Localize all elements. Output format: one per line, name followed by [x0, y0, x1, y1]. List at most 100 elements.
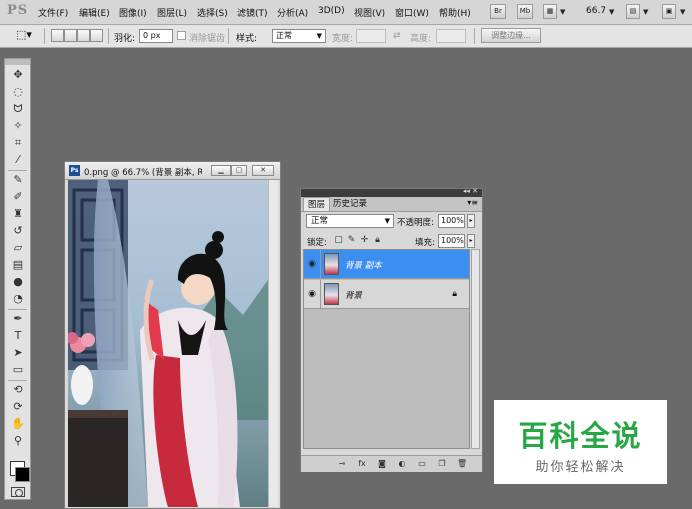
menu-edit[interactable]: 编辑(E) — [79, 6, 110, 19]
chevron-down-icon[interactable]: ▼ — [643, 8, 648, 16]
style-select[interactable]: 正常 ▼ — [272, 29, 326, 43]
layer-name[interactable]: 背景 副本 — [345, 259, 382, 271]
antialias-checkbox[interactable] — [177, 31, 186, 40]
fill-label: 填充: — [415, 238, 435, 248]
dodge-tool-icon[interactable]: ◔ — [10, 292, 26, 306]
document-titlebar[interactable]: Ps 0.png @ 66.7% (背景 副本, R... ▁ ▢ ✕ — [65, 162, 280, 180]
panel-header[interactable]: ◂◂ ✕ — [301, 187, 482, 197]
quick-mask-icon[interactable] — [11, 487, 25, 497]
lock-transparent-icon[interactable]: ▢ — [334, 236, 343, 245]
blend-mode-select[interactable]: 正常 ▼ — [306, 214, 394, 228]
eyedropper-tool-icon[interactable]: ⁄ — [10, 153, 26, 167]
menu-analysis[interactable]: 分析(A) — [277, 6, 308, 19]
hand-tool-icon[interactable]: ✋ — [10, 417, 26, 431]
menu-filter[interactable]: 滤镜(T) — [237, 6, 268, 19]
add-selection-icon[interactable] — [64, 29, 77, 42]
new-selection-icon[interactable] — [51, 29, 64, 42]
menu-layer[interactable]: 图层(L) — [157, 6, 187, 19]
menu-help[interactable]: 帮助(H) — [439, 6, 471, 19]
pen-tool-icon[interactable]: ✒ — [10, 312, 26, 326]
opacity-input[interactable]: 100% — [438, 214, 465, 228]
menu-window[interactable]: 窗口(W) — [395, 6, 429, 19]
visibility-eye-icon[interactable]: ◉ — [307, 289, 317, 299]
brush-tool-icon[interactable]: ✐ — [10, 190, 26, 204]
height-input[interactable] — [436, 29, 466, 43]
divider — [8, 380, 27, 381]
lock-pixels-icon[interactable]: ✎ — [347, 236, 356, 245]
new-group-icon[interactable]: ▭ — [417, 459, 427, 469]
lasso-tool-icon[interactable]: ᗢ — [10, 102, 26, 116]
type-tool-icon[interactable]: T — [10, 329, 26, 343]
opacity-slider-icon[interactable]: ▸ — [467, 214, 475, 228]
add-mask-icon[interactable]: ◙ — [377, 459, 387, 469]
zoom-tool-icon[interactable]: ⚲ — [10, 434, 26, 448]
layer-thumbnail — [324, 253, 339, 275]
refine-edge-button[interactable]: 调整边缘... — [481, 28, 541, 43]
chevron-down-icon[interactable]: ▼ — [560, 8, 565, 16]
tab-layers[interactable]: 图层 — [303, 197, 331, 211]
visibility-eye-icon[interactable]: ◉ — [307, 259, 317, 269]
feather-input[interactable]: 0 px — [139, 29, 173, 43]
background-color-swatch[interactable] — [15, 467, 30, 482]
panel-grip[interactable] — [5, 59, 30, 65]
marquee-preset-icon[interactable]: ⬚▾ — [16, 28, 36, 41]
blur-tool-icon[interactable]: ● — [10, 275, 26, 289]
close-icon[interactable]: ✕ — [252, 165, 274, 176]
layer-row[interactable]: ◉ 背景 副本 — [304, 250, 469, 279]
gradient-tool-icon[interactable]: ▤ — [10, 258, 26, 272]
width-input[interactable] — [356, 29, 386, 43]
menu-view[interactable]: 视图(V) — [354, 6, 385, 19]
lock-all-icon[interactable]: 🔒︎ — [373, 236, 382, 245]
eraser-tool-icon[interactable]: ▱ — [10, 241, 26, 255]
blend-mode-value: 正常 — [311, 216, 329, 226]
lock-position-icon[interactable]: ✛ — [360, 236, 369, 245]
clone-stamp-tool-icon[interactable]: ♜ — [10, 207, 26, 221]
menu-3d[interactable]: 3D(D) — [318, 6, 345, 16]
delete-layer-icon[interactable]: 🗑︎ — [457, 459, 467, 469]
vertical-scrollbar[interactable] — [471, 249, 480, 449]
fill-input[interactable]: 100% — [438, 234, 465, 248]
opacity-label: 不透明度: — [397, 218, 434, 228]
menu-image[interactable]: 图像(I) — [119, 6, 147, 19]
collapse-icon[interactable]: ◂◂ ✕ — [463, 187, 478, 195]
menu-select[interactable]: 选择(S) — [197, 6, 228, 19]
vertical-scrollbar[interactable] — [268, 180, 278, 507]
image-canvas[interactable] — [68, 180, 268, 507]
menu-file[interactable]: 文件(F) — [38, 6, 68, 19]
3d-rotate-tool-icon[interactable]: ⟲ — [10, 383, 26, 397]
panel-menu-icon[interactable]: ▾≡ — [467, 198, 478, 207]
magic-wand-tool-icon[interactable]: ✧ — [10, 119, 26, 133]
zoom-level[interactable]: 66.7 — [586, 6, 606, 16]
intersect-selection-icon[interactable] — [90, 29, 103, 42]
height-label: 高度: — [410, 34, 432, 44]
fill-slider-icon[interactable]: ▸ — [467, 234, 475, 248]
crop-tool-icon[interactable]: ⌗ — [10, 136, 26, 150]
swap-icon[interactable]: ⇄ — [393, 31, 401, 41]
screen-mode-icon[interactable]: ▣ — [662, 4, 676, 19]
layers-panel: ◂◂ ✕ 图层 历史记录 ▾≡ 正常 ▼ 不透明度: 100% ▸ 锁定: ▢ … — [300, 187, 483, 472]
maximize-icon[interactable]: ▢ — [231, 165, 247, 176]
minimize-icon[interactable]: ▁ — [211, 165, 231, 176]
layers-panel-footer: ⊸ fx ◙ ◐ ▭ ❐ 🗑︎ — [301, 455, 482, 472]
bridge-button[interactable]: Br — [490, 4, 506, 19]
mini-bridge-button[interactable]: Mb — [517, 4, 533, 19]
path-selection-tool-icon[interactable]: ➤ — [10, 346, 26, 360]
chevron-down-icon[interactable]: ▼ — [680, 8, 685, 16]
tab-history[interactable]: 历史记录 — [329, 197, 371, 211]
adjustment-layer-icon[interactable]: ◐ — [397, 459, 407, 469]
chevron-down-icon[interactable]: ▼ — [609, 8, 614, 16]
view-extras-icon[interactable]: ▦ — [543, 4, 557, 19]
link-layers-icon[interactable]: ⊸ — [335, 459, 349, 469]
history-brush-tool-icon[interactable]: ↺ — [10, 224, 26, 238]
arrange-documents-icon[interactable]: ▤ — [626, 4, 640, 19]
new-layer-icon[interactable]: ❐ — [437, 459, 447, 469]
layer-name[interactable]: 背景 — [345, 289, 362, 301]
layer-style-fx-icon[interactable]: fx — [357, 459, 367, 469]
move-tool-icon[interactable]: ✥ — [10, 68, 26, 82]
healing-brush-tool-icon[interactable]: ✎ — [10, 173, 26, 187]
shape-tool-icon[interactable]: ▭ — [10, 363, 26, 377]
subtract-selection-icon[interactable] — [77, 29, 90, 42]
marquee-tool-icon[interactable]: ◌ — [10, 85, 26, 99]
layer-row[interactable]: ◉ 背景 🔒︎ — [304, 280, 469, 309]
3d-orbit-tool-icon[interactable]: ⟳ — [10, 400, 26, 414]
